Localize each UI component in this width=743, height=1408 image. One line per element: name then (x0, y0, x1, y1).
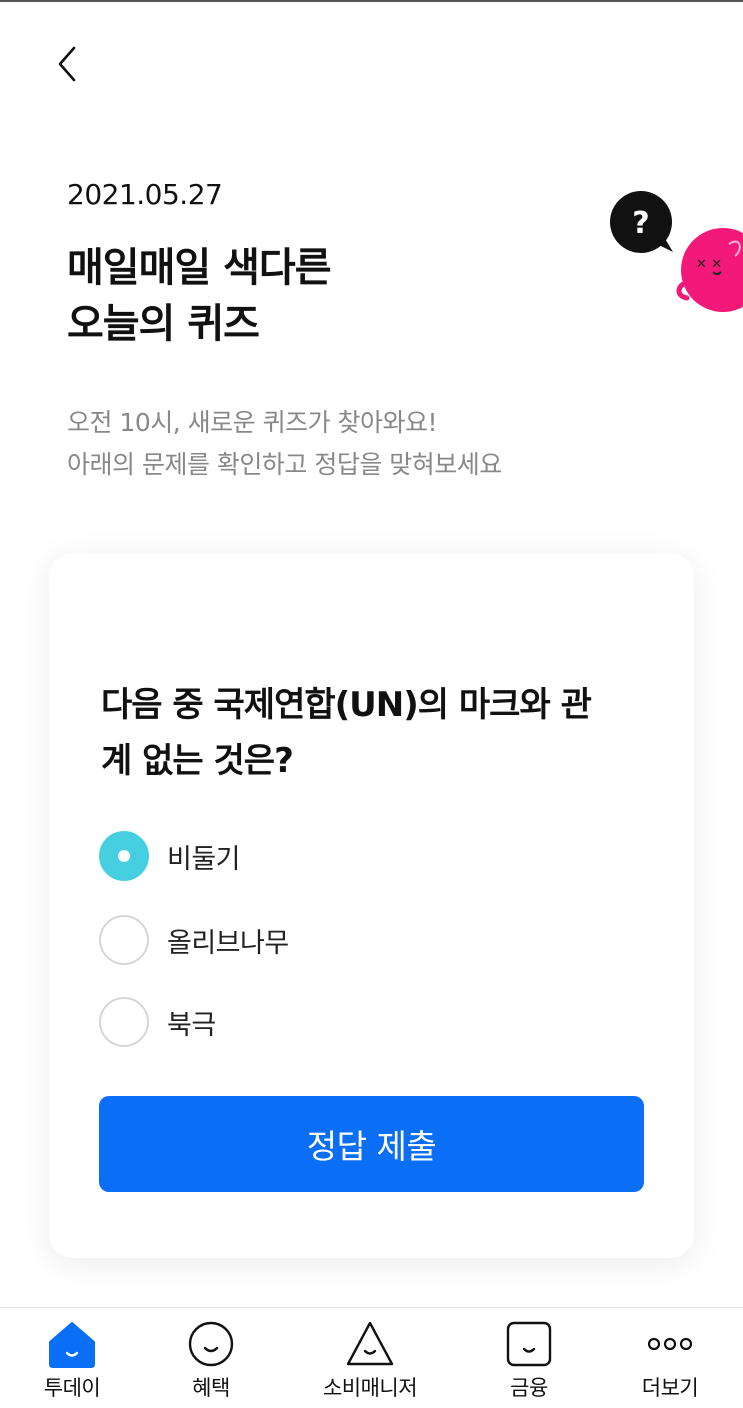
radio-selected[interactable] (99, 831, 149, 881)
radio-unselected[interactable] (99, 915, 149, 965)
option-north-pole[interactable]: 북극 (99, 997, 216, 1047)
tab-label: 더보기 (641, 1376, 699, 1400)
tab-finance[interactable]: 금융 (469, 1308, 589, 1408)
subtitle-line1: 오전 10시, 새로운 퀴즈가 찾아와요! (67, 408, 438, 437)
tab-more[interactable]: 더보기 (610, 1308, 730, 1408)
tab-spending-manager[interactable]: 소비매니저 (310, 1308, 430, 1408)
tab-label: 금융 (510, 1376, 548, 1400)
radio-dot-icon (118, 850, 130, 862)
svg-text:✕ ✕: ✕ ✕ (696, 257, 722, 272)
subtitle-line2: 아래의 문제를 확인하고 정답을 맞혀보세요 (67, 450, 502, 479)
home-icon (49, 1322, 95, 1368)
page-title-line2: 오늘의 퀴즈 (67, 301, 260, 347)
question-line2: 계 없는 것은? (101, 741, 294, 781)
status-divider (0, 0, 743, 2)
quiz-page: 2021.05.27 매일매일 색다른 오늘의 퀴즈 오전 10시, 새로운 퀴… (0, 0, 743, 1408)
page-title: 매일매일 색다른 오늘의 퀴즈 (67, 240, 332, 352)
option-label: 북극 (167, 1009, 216, 1041)
quiz-question: 다음 중 국제연합(UN)의 마크와 관 계 없는 것은? (101, 677, 661, 789)
option-label: 비둘기 (167, 843, 241, 875)
back-button[interactable] (44, 36, 92, 92)
square-face-icon (506, 1321, 552, 1367)
question-mascot-icon: ? ✕ ✕ (605, 186, 743, 316)
question-line1: 다음 중 국제연합(UN)의 마크와 관 (101, 685, 592, 725)
option-dove[interactable]: 비둘기 (99, 831, 241, 881)
option-olive-tree[interactable]: 올리브나무 (99, 915, 289, 965)
quiz-date: 2021.05.27 (67, 178, 223, 211)
page-subtitle: 오전 10시, 새로운 퀴즈가 찾아와요! 아래의 문제를 확인하고 정답을 맞… (67, 402, 502, 486)
svg-text:?: ? (632, 206, 649, 241)
option-label: 올리브나무 (167, 927, 289, 959)
tab-label: 혜택 (192, 1376, 230, 1400)
more-dots-icon (647, 1337, 693, 1351)
tab-benefits[interactable]: 혜택 (151, 1308, 271, 1408)
quiz-card: 다음 중 국제연합(UN)의 마크와 관 계 없는 것은? 비둘기 올리브나무 … (49, 553, 694, 1258)
triangle-face-icon (346, 1321, 394, 1366)
bottom-tab-bar: 투데이 혜택 소비매니저 금융 더보기 (0, 1307, 743, 1408)
smile-circle-icon (188, 1321, 234, 1367)
submit-answer-button[interactable]: 정답 제출 (99, 1096, 644, 1192)
tab-label: 소비매니저 (322, 1376, 418, 1400)
tab-label: 투데이 (43, 1376, 101, 1400)
radio-unselected[interactable] (99, 997, 149, 1047)
chevron-left-icon (58, 46, 76, 82)
page-title-line1: 매일매일 색다른 (67, 245, 332, 291)
tab-today[interactable]: 투데이 (12, 1308, 132, 1408)
